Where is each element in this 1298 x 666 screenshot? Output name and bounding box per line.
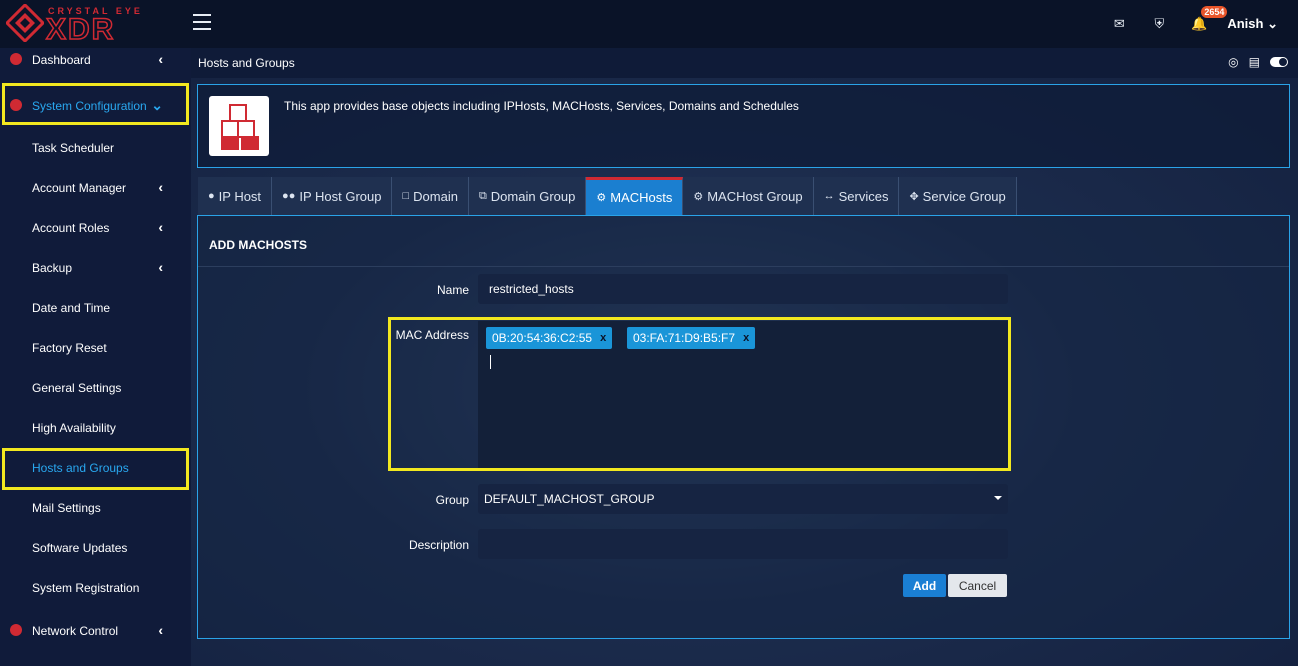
tab-label: MACHosts <box>610 190 673 205</box>
tab-machost-group[interactable]: ⚙ MACHost Group <box>683 177 814 215</box>
app-info-box: This app provides base objects including… <box>197 84 1290 168</box>
tab-services[interactable]: ↔ Services <box>813 177 900 215</box>
sidebar-item-label: Account Manager <box>32 181 127 195</box>
tab-service-group[interactable]: ✥ Service Group <box>899 177 1017 215</box>
sidebar-item-software-updates[interactable]: Software Updates <box>0 528 191 568</box>
tab-label: Domain Group <box>490 188 576 204</box>
sidebar-item-label: General Settings <box>32 381 122 395</box>
sidebar-item-factory-reset[interactable]: Factory Reset <box>0 328 191 368</box>
gears-icon: ⚙ <box>693 190 704 203</box>
add-button[interactable]: Add <box>903 574 946 597</box>
cubes-icon <box>209 96 269 156</box>
tab-domain[interactable]: □ Domain <box>392 177 469 215</box>
sidebar-item-network-control[interactable]: Network Control ‹ <box>0 611 191 651</box>
tab-machosts[interactable]: ⚙ MACHosts <box>586 177 684 215</box>
mail-icon[interactable]: ✉ <box>1099 16 1139 32</box>
page-header: Hosts and Groups ◎ ▤ <box>191 48 1298 78</box>
group-select[interactable]: DEFAULT_MACHOST_GROUP <box>478 484 1008 514</box>
highlight-box <box>2 448 189 490</box>
highlight-box <box>388 317 1011 471</box>
chevron-down-icon: ⌄ <box>1267 16 1278 31</box>
tab-label: IP Host Group <box>299 188 382 204</box>
book-icon[interactable]: ▤ <box>1249 55 1260 69</box>
crystal-eye-logo-icon <box>6 4 44 42</box>
sidebar-item-account-roles[interactable]: Account Roles ‹ <box>0 208 191 248</box>
tab-label: Service Group <box>922 188 1006 204</box>
tab-label: Services <box>838 188 889 204</box>
sidebar-item-label: Factory Reset <box>32 341 107 355</box>
dashboard-icon <box>10 53 22 65</box>
shield-icon[interactable]: ⛨ <box>1139 16 1179 32</box>
user-icon: ● <box>208 190 215 202</box>
tab-label: Domain <box>413 188 458 204</box>
tab-domain-group[interactable]: ⧉ Domain Group <box>468 177 587 215</box>
arrows-h-icon: ↔ <box>823 190 835 202</box>
sidebar-item-general-settings[interactable]: General Settings <box>0 368 191 408</box>
tab-bar: ● IP Host ●● IP Host Group □ Domain ⧉ Do… <box>198 177 1017 215</box>
sidebar-item-label: Mail Settings <box>32 501 101 515</box>
tab-label: MACHost Group <box>707 188 803 204</box>
user-menu[interactable]: Anish ⌄ <box>1227 16 1278 32</box>
panel-header: ADD MACHOSTS <box>198 216 1289 267</box>
user-name: Anish <box>1227 16 1264 31</box>
users-icon: ●● <box>282 190 296 202</box>
chevron-left-icon: ‹ <box>158 219 163 235</box>
sidebar-item-account-manager[interactable]: Account Manager ‹ <box>0 168 191 208</box>
caret-down-icon <box>994 496 1002 500</box>
chevron-left-icon: ‹ <box>158 51 163 67</box>
sidebar-item-system-registration[interactable]: System Registration <box>0 568 191 608</box>
sidebar-item-task-scheduler[interactable]: Task Scheduler <box>0 128 191 168</box>
menu-toggle-icon[interactable] <box>193 14 211 30</box>
file-icon: □ <box>402 190 410 202</box>
tab-ip-host[interactable]: ● IP Host <box>198 177 273 215</box>
sidebar: Dashboard ‹ System Configuration ⌄ Task … <box>0 48 191 666</box>
sidebar-item-label: Date and Time <box>32 301 111 315</box>
sidebar-item-mail-settings[interactable]: Mail Settings <box>0 488 191 528</box>
toggle-switch[interactable] <box>1270 57 1288 67</box>
notification-badge: 2654 <box>1201 6 1228 18</box>
gear-icon: ⚙ <box>596 192 607 204</box>
sidebar-item-label: Account Roles <box>32 221 110 235</box>
main-content: Hosts and Groups ◎ ▤ This app provides b… <box>191 48 1298 666</box>
description-label: Description <box>408 538 469 552</box>
sidebar-item-label: Software Updates <box>32 541 128 555</box>
panel-title: ADD MACHOSTS <box>209 238 307 252</box>
arrows-icon: ✥ <box>909 190 919 203</box>
group-label: Group <box>435 493 469 507</box>
files-icon: ⧉ <box>478 189 487 202</box>
brand-logo[interactable]: CRYSTAL EYE XDR <box>6 2 161 45</box>
chevron-left-icon: ‹ <box>158 179 163 195</box>
sidebar-item-dashboard[interactable]: Dashboard ‹ <box>0 40 191 80</box>
add-machost-panel: ADD MACHOSTS Name MAC Address 0B:20:54:3… <box>197 215 1290 639</box>
lightbulb-icon[interactable]: ◎ <box>1228 55 1238 69</box>
sidebar-item-label: Task Scheduler <box>32 141 115 155</box>
chevron-left-icon: ‹ <box>158 622 163 638</box>
tab-label: IP Host <box>218 188 262 204</box>
sidebar-item-backup[interactable]: Backup ‹ <box>0 248 191 288</box>
sidebar-item-high-availability[interactable]: High Availability <box>0 408 191 448</box>
highlight-box <box>2 83 189 125</box>
sidebar-item-label: Network Control <box>32 624 119 638</box>
sidebar-item-label: High Availability <box>32 421 116 435</box>
group-selected-value: DEFAULT_MACHOST_GROUP <box>484 492 655 506</box>
page-title: Hosts and Groups <box>198 56 295 70</box>
name-label: Name <box>436 283 469 297</box>
chevron-left-icon: ‹ <box>158 259 163 275</box>
tab-ip-host-group[interactable]: ●● IP Host Group <box>272 177 393 215</box>
sidebar-item-label: System Registration <box>32 581 140 595</box>
cancel-button[interactable]: Cancel <box>948 574 1007 597</box>
sidebar-item-label: Dashboard <box>32 53 91 67</box>
sidebar-item-date-and-time[interactable]: Date and Time <box>0 288 191 328</box>
network-control-icon <box>10 624 22 636</box>
sidebar-item-label: Backup <box>32 261 73 275</box>
app-description: This app provides base objects including… <box>284 99 799 113</box>
description-input[interactable] <box>478 529 1008 559</box>
name-input[interactable] <box>478 274 1008 304</box>
top-bar: CRYSTAL EYE XDR ✉ ⛨ 🔔 2654 Anish ⌄ <box>0 0 1298 48</box>
bell-icon[interactable]: 🔔 2654 <box>1179 6 1228 32</box>
